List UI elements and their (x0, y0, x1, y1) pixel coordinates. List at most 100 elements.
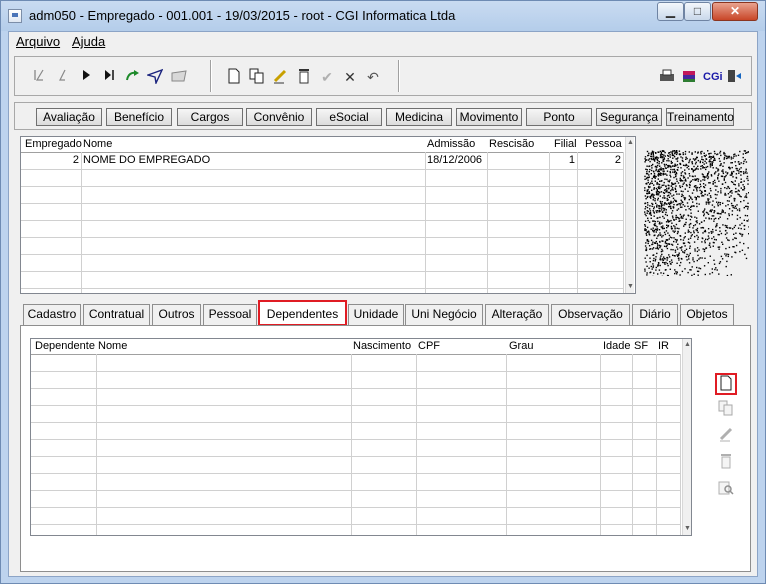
tab-dependentes[interactable]: Dependentes (258, 300, 347, 326)
beneficio-button[interactable]: Benefício (106, 108, 172, 126)
menu-arquivo[interactable]: Arquivo (16, 34, 60, 49)
edit-icon[interactable] (271, 68, 289, 86)
seguranca-button[interactable]: Segurança (596, 108, 662, 126)
tab-pessoal[interactable]: Pessoal (203, 304, 257, 325)
new-document-icon[interactable] (225, 68, 243, 86)
tab-cadastro[interactable]: Cadastro (23, 304, 81, 325)
tab-unidade[interactable]: Unidade (348, 304, 404, 325)
col-idade[interactable]: Idade (603, 340, 631, 352)
col-admissao[interactable]: Admissão (427, 138, 475, 150)
header-divider (31, 354, 681, 355)
scroll-down-arrow[interactable]: ▼ (684, 525, 691, 532)
scroll-down-arrow[interactable]: ▼ (627, 283, 634, 290)
row-divider (21, 237, 624, 238)
dependents-grid-scrollbar[interactable]: ▲ ▼ (682, 339, 691, 535)
menu-ajuda[interactable]: Ajuda (72, 34, 105, 49)
first-record-icon[interactable] (30, 68, 48, 86)
row-divider (21, 271, 624, 272)
row-divider (31, 456, 681, 457)
close-button[interactable]: ✕ (712, 2, 758, 21)
cancel-icon[interactable]: ✕ (341, 68, 359, 86)
scroll-up-arrow[interactable]: ▲ (684, 341, 691, 348)
menu-arquivo-label: Arquivo (16, 34, 61, 49)
col-nome[interactable]: Nome (83, 138, 112, 150)
copy-dependent-button[interactable] (715, 400, 737, 422)
cgi-logo-icon[interactable]: CGi (703, 68, 723, 86)
title-bar[interactable]: adm050 - Empregado - 001.001 - 19/03/201… (1, 1, 765, 31)
refresh-icon[interactable] (123, 68, 141, 86)
next-record-icon[interactable] (77, 68, 95, 86)
employee-grid-scrollbar[interactable]: ▲ ▼ (625, 137, 634, 293)
employee-photo (644, 150, 751, 278)
grid-divider (656, 354, 657, 535)
row-divider (21, 288, 624, 289)
app-icon (8, 9, 22, 23)
employee-grid[interactable]: Empregado Nome Admissão Rescisão Filial … (20, 136, 636, 294)
row-divider (31, 388, 681, 389)
new-dependent-button[interactable] (715, 373, 737, 395)
col-filial[interactable]: Filial (554, 138, 577, 150)
tab-observacao[interactable]: Observação (551, 304, 630, 325)
last-record-icon[interactable] (100, 68, 118, 86)
esocial-button[interactable]: eSocial (316, 108, 382, 126)
dependents-grid[interactable]: Dependente Nome Nascimento CPF Grau Idad… (30, 338, 692, 536)
col-dep-nome[interactable]: Nome (98, 340, 127, 352)
send-icon[interactable] (145, 68, 164, 86)
books-icon[interactable] (680, 68, 698, 86)
dependents-grid-header: Dependente Nome Nascimento CPF Grau Idad… (31, 339, 681, 354)
exit-icon[interactable] (725, 68, 743, 86)
undo-icon[interactable]: ↶ (364, 68, 382, 86)
tab-diario[interactable]: Diário (632, 304, 678, 325)
previous-record-icon[interactable] (53, 68, 71, 86)
col-ir[interactable]: IR (658, 340, 669, 352)
movimento-button[interactable]: Movimento (456, 108, 522, 126)
header-divider (21, 152, 624, 153)
col-empregado[interactable]: Empregado (25, 138, 82, 150)
row-divider (21, 220, 624, 221)
col-cpf[interactable]: CPF (418, 340, 440, 352)
open-folder-icon[interactable] (170, 68, 188, 86)
tab-objetos[interactable]: Objetos (680, 304, 734, 325)
col-pessoa[interactable]: Pessoa (585, 138, 622, 150)
cell-admissao: 18/12/2006 (427, 154, 483, 166)
cargos-button[interactable]: Cargos (177, 108, 243, 126)
grid-divider (600, 354, 601, 535)
row-divider (31, 490, 681, 491)
copy-icon[interactable] (248, 68, 266, 86)
row-divider (31, 422, 681, 423)
toolbar: ✔ ✕ ↶ CGi (14, 56, 752, 96)
cell-nome: NOME DO EMPREGADO (83, 154, 211, 166)
tab-strip: Cadastro Contratual Outros Pessoal Depen… (20, 300, 751, 326)
print-icon[interactable] (658, 68, 676, 86)
col-grau[interactable]: Grau (509, 340, 533, 352)
scroll-up-arrow[interactable]: ▲ (627, 139, 634, 146)
new-icon (720, 375, 732, 391)
ponto-button[interactable]: Ponto (526, 108, 592, 126)
avaliacao-button[interactable]: Avaliação (36, 108, 102, 126)
maximize-button[interactable]: □ (684, 2, 711, 21)
toolbar-separator (210, 60, 212, 92)
menu-bar: Arquivo Ajuda (9, 32, 757, 52)
minimize-button[interactable]: ▁ (657, 2, 684, 21)
col-nascimento[interactable]: Nascimento (353, 340, 411, 352)
treinamento-button[interactable]: Treinamento (666, 108, 734, 126)
tab-alteracao[interactable]: Alteração (485, 304, 549, 325)
col-dependente[interactable]: Dependente (35, 340, 95, 352)
tab-uni-negocio[interactable]: Uni Negócio (405, 304, 483, 325)
delete-icon[interactable] (295, 68, 313, 86)
row-divider (21, 169, 624, 170)
medicina-button[interactable]: Medicina (386, 108, 452, 126)
convenio-button[interactable]: Convênio (246, 108, 312, 126)
delete-dependent-button[interactable] (715, 453, 737, 475)
search-dependent-button[interactable] (715, 480, 737, 502)
row-divider (21, 203, 624, 204)
cell-filial: 1 (568, 154, 575, 166)
confirm-icon[interactable]: ✔ (318, 68, 336, 86)
row-divider (31, 507, 681, 508)
col-sf[interactable]: SF (634, 340, 648, 352)
tab-contratual[interactable]: Contratual (83, 304, 150, 325)
grid-divider (632, 354, 633, 535)
tab-outros[interactable]: Outros (152, 304, 201, 325)
col-rescisao[interactable]: Rescisão (489, 138, 534, 150)
edit-dependent-button[interactable] (715, 426, 737, 448)
